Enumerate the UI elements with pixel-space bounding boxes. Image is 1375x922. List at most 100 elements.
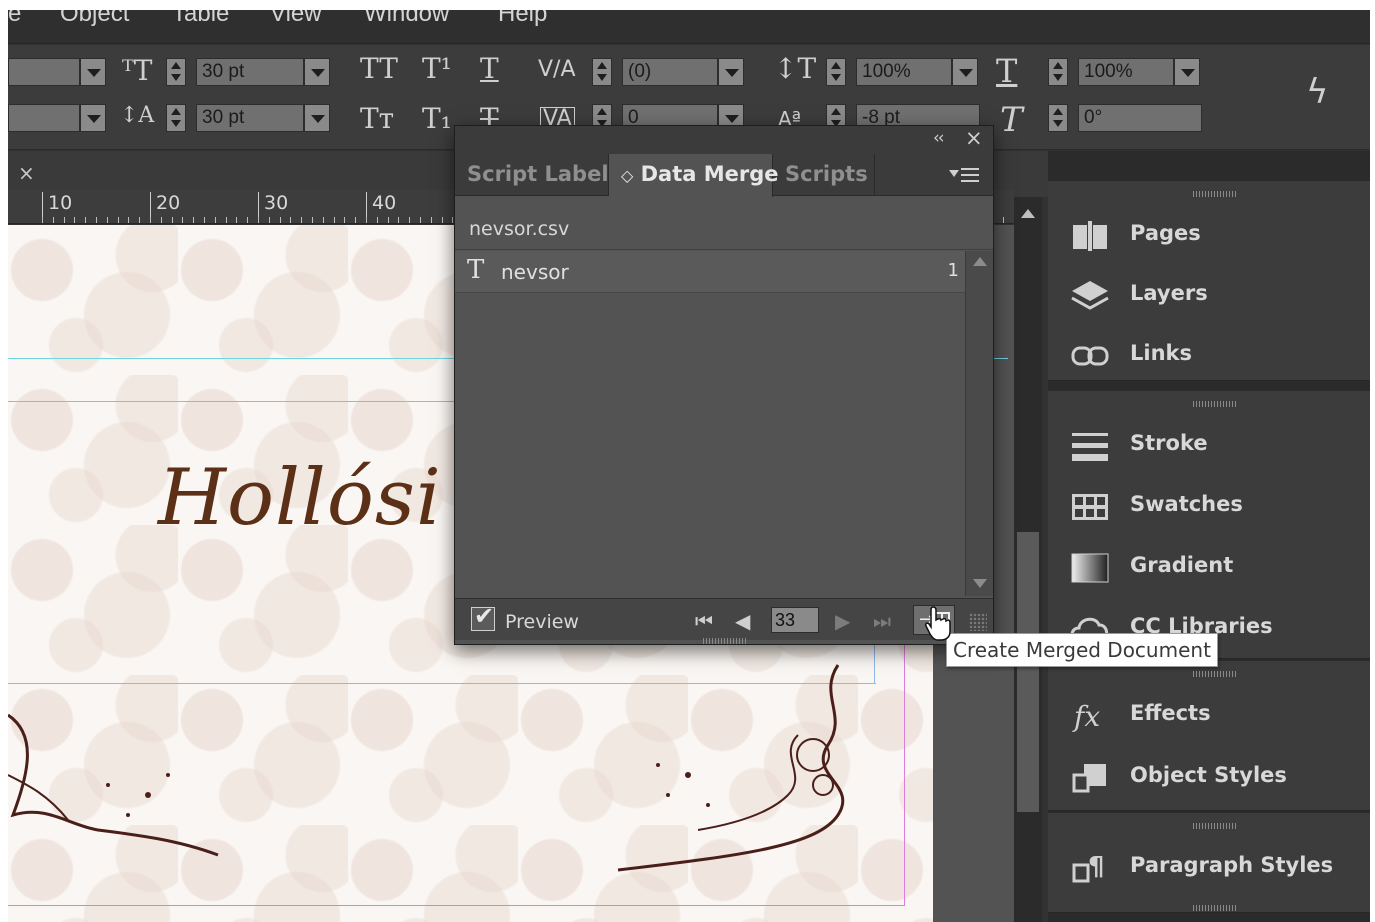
panel-footer: Preview ⏮ ◀ 33 ▶ ⏭ → (455, 598, 993, 640)
dock-item-effects[interactable]: fx Effects (1048, 687, 1370, 745)
kerning-dropdown[interactable] (718, 58, 744, 86)
scroll-down-icon[interactable] (973, 579, 987, 588)
dock-item-gradient[interactable]: Gradient (1048, 539, 1370, 597)
swatches-icon (1072, 494, 1108, 520)
first-record-icon[interactable]: ⏮ (695, 609, 713, 633)
vertical-scale-field[interactable]: 100% (856, 58, 952, 86)
ruler-minor-tick (322, 217, 324, 223)
tab-scripts[interactable]: Scripts (773, 154, 875, 196)
font-size-dropdown[interactable] (304, 58, 330, 86)
scroll-up-icon[interactable] (1021, 209, 1035, 218)
ruler-minor-tick (268, 217, 270, 223)
ruler-label: 30 (258, 192, 288, 220)
dock-item-paragraph-styles[interactable]: ¶ Paragraph Styles (1048, 839, 1370, 897)
font-family-field[interactable] (8, 58, 80, 86)
merged-name-text[interactable]: Hollósi (158, 453, 442, 543)
dock-item-layers[interactable]: Layers (1048, 267, 1370, 325)
kerning-field[interactable]: (0) (622, 58, 718, 86)
ruler-label: 10 (42, 192, 72, 220)
field-count: 1 (947, 260, 959, 281)
dock-item-swatches[interactable]: Swatches (1048, 478, 1370, 536)
next-record-icon[interactable]: ▶ (835, 609, 850, 633)
dock-item-links[interactable]: Links (1048, 327, 1370, 385)
leading-field[interactable]: 30 pt (196, 104, 304, 132)
data-source-row: nevsor.csv (455, 210, 993, 250)
vertical-scale-stepper[interactable] (826, 58, 846, 86)
font-size-stepper[interactable] (166, 58, 186, 86)
horizontal-scale-stepper[interactable] (1048, 58, 1068, 86)
panel-menu-icon[interactable] (949, 164, 983, 186)
menu-item-view[interactable]: View (270, 10, 322, 28)
dock-grip[interactable] (1193, 401, 1237, 407)
previous-record-icon[interactable]: ◀ (735, 609, 750, 633)
scrollbar-thumb[interactable] (1017, 532, 1039, 812)
ruler-minor-tick (290, 217, 292, 223)
panel-bottom-grip[interactable] (703, 638, 747, 644)
dock-grip[interactable] (1193, 671, 1237, 677)
dock-grip[interactable] (1193, 823, 1237, 829)
fields-scrollbar[interactable] (965, 251, 993, 596)
font-family-dropdown[interactable] (80, 58, 106, 86)
leading-dropdown[interactable] (304, 104, 330, 132)
vertical-scale-dropdown[interactable] (952, 58, 978, 86)
dock-item-label: Links (1130, 341, 1192, 365)
ruler-minor-tick (387, 217, 389, 223)
ruler-minor-tick (63, 217, 65, 223)
ruler-minor-tick (193, 217, 195, 223)
list-item[interactable]: T nevsor 1 (455, 251, 965, 293)
last-record-icon[interactable]: ⏭ (873, 609, 891, 633)
skew-field[interactable]: 0° (1078, 104, 1202, 132)
data-merge-panel: ‹‹ × Script Label ◇ Data Merge Scripts n… (454, 125, 994, 645)
tab-data-merge[interactable]: ◇ Data Merge (609, 154, 779, 197)
font-size-icon: ᵀT (122, 54, 153, 87)
paragraph-styles-icon: ¶ (1072, 852, 1105, 883)
links-icon (1071, 346, 1109, 366)
leading-stepper[interactable] (166, 104, 186, 132)
tab-script-label[interactable]: Script Label (455, 154, 609, 196)
dock-grip[interactable] (1193, 905, 1237, 911)
ruler-minor-tick (430, 217, 432, 223)
resize-grip[interactable] (969, 613, 987, 631)
close-panel-icon[interactable]: × (965, 126, 983, 150)
ruler-minor-tick (106, 217, 108, 223)
close-document-icon[interactable]: × (18, 161, 35, 185)
lightning-icon[interactable]: ϟ (1306, 75, 1328, 109)
font-style-dropdown[interactable] (80, 104, 106, 132)
dock-item-stroke[interactable]: Stroke (1048, 417, 1370, 475)
dock-grip[interactable] (1193, 191, 1237, 197)
record-number-input[interactable]: 33 (771, 607, 819, 633)
ruler-minor-tick (1003, 217, 1005, 223)
pages-icon (1073, 221, 1107, 251)
scroll-up-icon[interactable] (973, 257, 987, 266)
document-scrollbar[interactable] (1014, 197, 1042, 922)
preview-checkbox[interactable] (471, 602, 495, 631)
menu-item-help[interactable]: Help (498, 10, 547, 28)
menu-item-window[interactable]: Window (364, 10, 449, 28)
underline-button[interactable]: T (480, 55, 499, 83)
ruler-minor-tick (214, 217, 216, 223)
collapse-panel-icon[interactable]: ‹‹ (933, 128, 945, 148)
panel-title-bar[interactable]: ‹‹ × (455, 126, 993, 154)
superscript-button[interactable]: T¹ (422, 55, 452, 83)
ruler-minor-tick (171, 217, 173, 223)
ruler-minor-tick (398, 217, 400, 223)
subscript-button[interactable]: T₁ (422, 105, 452, 133)
menu-item-object[interactable]: Object (60, 10, 129, 28)
svg-text:¶: ¶ (1088, 852, 1105, 882)
menu-item-table[interactable]: Table (172, 10, 229, 28)
skew-stepper[interactable] (1048, 104, 1068, 132)
horizontal-scale-field[interactable]: 100% (1078, 58, 1174, 86)
horizontal-scale-dropdown[interactable] (1174, 58, 1200, 86)
font-size-field[interactable]: 30 pt (196, 58, 304, 86)
dock-item-object-styles[interactable]: Object Styles (1048, 749, 1370, 807)
menu-item-file[interactable]: e (8, 10, 21, 28)
dock-item-pages[interactable]: Pages (1048, 207, 1370, 265)
font-style-field[interactable] (8, 104, 80, 132)
kerning-stepper[interactable] (592, 58, 612, 86)
tooltip: Create Merged Document (946, 633, 1218, 667)
all-caps-button[interactable]: TT (360, 55, 398, 83)
small-caps-button[interactable]: Tт (360, 105, 394, 133)
dock-group-paragraph-styles: ¶ Paragraph Styles (1048, 813, 1370, 913)
leading-icon: ↕A (120, 103, 155, 128)
ruler-minor-tick (74, 217, 76, 223)
